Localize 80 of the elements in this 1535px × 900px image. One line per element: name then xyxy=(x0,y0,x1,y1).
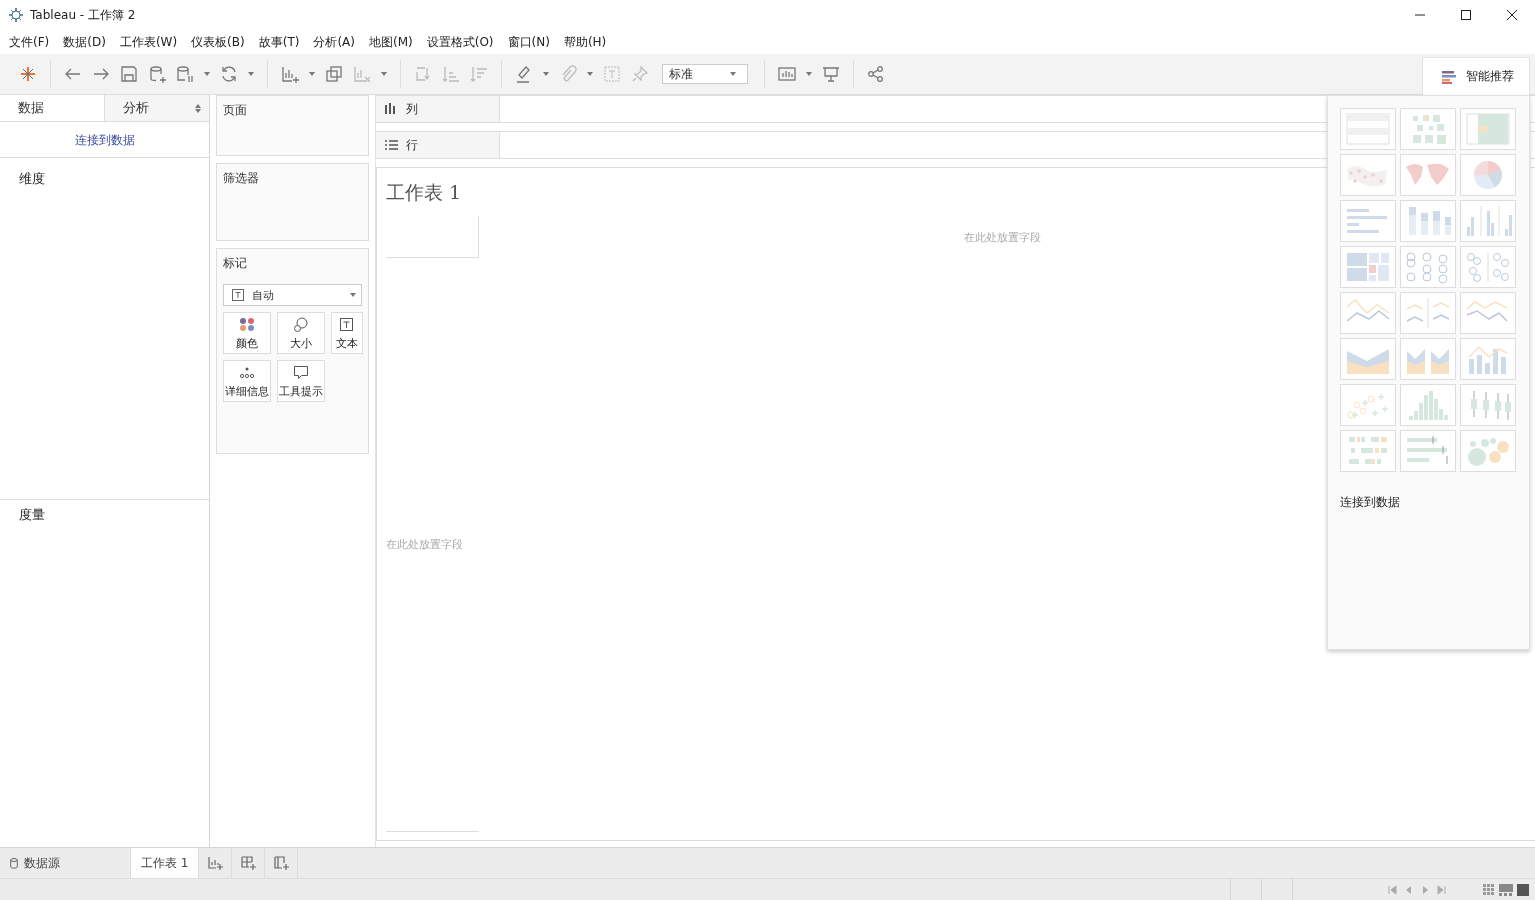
last-page-icon[interactable] xyxy=(1435,883,1447,896)
row-drop-hint: 在此处放置字段 xyxy=(386,537,463,552)
menu-item[interactable]: 故事(T) xyxy=(251,33,307,51)
columns-icon xyxy=(384,102,398,116)
tooltip-icon xyxy=(293,365,309,380)
dimensions-heading: 维度 xyxy=(18,170,46,188)
rows-shelf-label: 行 xyxy=(406,136,418,154)
detail-button[interactable]: 详细信息 xyxy=(223,360,271,402)
caret-icon[interactable] xyxy=(586,70,594,78)
caret-icon[interactable] xyxy=(247,70,255,78)
maximize-icon[interactable] xyxy=(1460,9,1472,21)
dropdown-value: 标准 xyxy=(669,65,693,83)
refresh-icon[interactable] xyxy=(219,64,239,84)
presentation-icon[interactable] xyxy=(821,64,841,84)
app-logo-icon xyxy=(8,7,24,23)
grid-view-icon[interactable] xyxy=(1483,883,1495,896)
new-data-source-icon[interactable] xyxy=(147,64,167,84)
show-cards-icon[interactable] xyxy=(777,64,797,84)
mark-type-value: 自动 xyxy=(252,287,274,303)
text-icon xyxy=(339,317,355,332)
size-button[interactable]: 大小 xyxy=(277,312,325,354)
filmstrip-view-icon[interactable] xyxy=(1499,883,1513,896)
pages-label: 页面 xyxy=(223,102,248,119)
single-view-icon[interactable] xyxy=(1517,883,1529,896)
caret-icon[interactable] xyxy=(805,70,813,78)
column-drop-hint: 在此处放置字段 xyxy=(963,229,1041,245)
show-me-button[interactable]: 智能推荐 xyxy=(1422,57,1530,95)
rows-icon xyxy=(384,138,398,152)
sheet-tab[interactable]: 工作表 1 xyxy=(131,848,200,878)
text-mark-icon xyxy=(232,289,244,301)
analytics-tab[interactable]: 分析 xyxy=(104,95,209,121)
marks-label: 标记 xyxy=(223,255,248,272)
connect-to-data-text: 连接到数据 xyxy=(1340,494,1401,511)
fit-dropdown[interactable]: 标准 xyxy=(662,64,748,84)
menu-item[interactable]: 工作表(W) xyxy=(112,33,185,51)
menu-item[interactable]: 窗口(N) xyxy=(500,33,557,51)
sheet-title: 工作表 1 xyxy=(386,180,463,205)
menu-item[interactable]: 文件(F) xyxy=(2,33,57,51)
color-icon xyxy=(239,317,255,332)
clear-sheet-icon[interactable] xyxy=(352,64,372,84)
pause-data-icon[interactable] xyxy=(175,64,195,84)
window-title: Tableau - 工作簿 2 xyxy=(30,6,137,24)
text-label-icon[interactable] xyxy=(602,64,622,84)
menu-item[interactable]: 分析(A) xyxy=(306,33,362,51)
tooltip-button[interactable]: 工具提示 xyxy=(277,360,325,402)
columns-shelf-label: 列 xyxy=(406,100,418,118)
mark-type-dropdown[interactable]: 自动 xyxy=(223,284,362,306)
measures-heading: 度量 xyxy=(18,506,46,524)
caret-icon[interactable] xyxy=(203,70,211,78)
menu-item[interactable]: 数据(D) xyxy=(56,33,113,51)
caret-icon[interactable] xyxy=(380,70,388,78)
new-dashboard-icon[interactable] xyxy=(240,855,257,871)
color-button[interactable]: 颜色 xyxy=(223,312,271,354)
caret-icon[interactable] xyxy=(349,291,357,299)
share-icon[interactable] xyxy=(866,64,886,84)
new-worksheet-icon[interactable] xyxy=(280,64,300,84)
menu-item[interactable]: 帮助(H) xyxy=(556,33,614,51)
duplicate-icon[interactable] xyxy=(324,64,344,84)
pin-icon[interactable] xyxy=(630,64,650,84)
new-story-icon[interactable] xyxy=(273,855,290,871)
save-icon[interactable] xyxy=(119,64,139,84)
sort-arrows-icon xyxy=(195,103,201,113)
text-button[interactable]: 文本 xyxy=(331,312,363,354)
menu-item[interactable]: 仪表板(B) xyxy=(184,33,252,51)
caret-icon[interactable] xyxy=(308,70,316,78)
database-icon xyxy=(10,857,18,869)
menu-item[interactable]: 地图(M) xyxy=(362,33,420,51)
size-icon xyxy=(293,317,309,332)
filters-label: 筛选器 xyxy=(223,170,260,187)
sort-ascending-icon[interactable] xyxy=(441,64,461,84)
menu-item[interactable]: 设置格式(O) xyxy=(419,33,501,51)
caret-icon[interactable] xyxy=(542,70,550,78)
detail-icon xyxy=(239,365,255,380)
bar-chart-icon xyxy=(1442,69,1456,84)
new-worksheet-icon[interactable] xyxy=(207,855,224,871)
sort-descending-icon[interactable] xyxy=(469,64,489,84)
first-page-icon[interactable] xyxy=(1387,883,1399,896)
connect-to-data-link[interactable]: 连接到数据 xyxy=(0,122,209,158)
close-icon[interactable] xyxy=(1506,9,1518,21)
caret-icon[interactable] xyxy=(729,70,737,78)
